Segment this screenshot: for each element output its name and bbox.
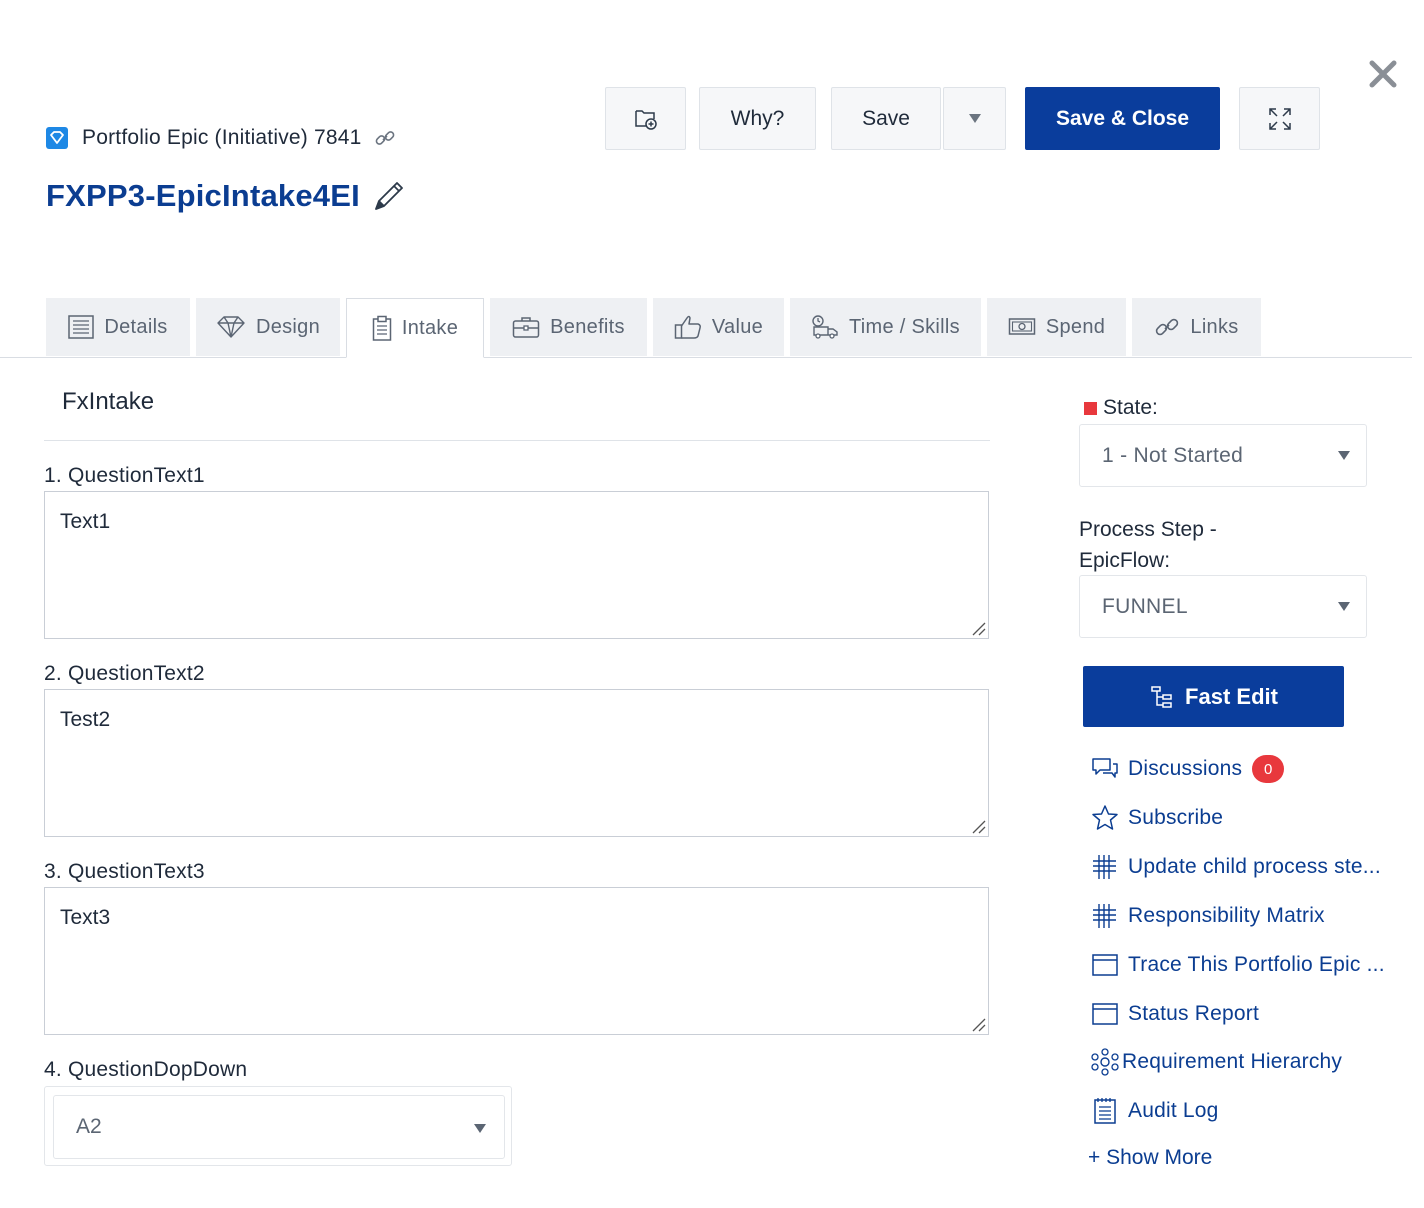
sidebar-link-label: Requirement Hierarchy	[1122, 1050, 1343, 1073]
show-more-link[interactable]: + Show More	[1088, 1146, 1212, 1170]
question-1-label: 1. QuestionText1	[44, 464, 205, 487]
portfolio-epic-icon	[46, 127, 68, 149]
tab-time-skills[interactable]: Time / Skills	[790, 298, 981, 356]
clipboard-icon	[372, 315, 392, 341]
tab-label: Benefits	[550, 315, 625, 338]
why-button[interactable]: Why?	[699, 87, 816, 150]
add-to-folder-button[interactable]	[605, 87, 686, 150]
question-1-textarea[interactable]: Text1	[44, 491, 989, 639]
sidebar-link-label: Discussions	[1128, 757, 1243, 780]
question-3-label: 3. QuestionText3	[44, 860, 205, 883]
chevron-down-icon	[968, 114, 981, 123]
discussions-count-badge: 0	[1252, 755, 1285, 783]
fast-edit-button[interactable]: Fast Edit	[1083, 666, 1344, 727]
sidebar-link-responsibility-matrix[interactable]: Responsibility Matrix	[1090, 899, 1325, 933]
chevron-down-icon	[474, 1124, 486, 1133]
save-button[interactable]: Save	[831, 87, 941, 150]
tab-label: Spend	[1045, 315, 1106, 338]
sidebar-link-discussions[interactable]: Discussions 0	[1090, 752, 1285, 786]
item-type-header: Portfolio Epic (Initiative) 7841	[46, 124, 396, 152]
fast-edit-icon	[1151, 685, 1172, 708]
delivery-truck-icon	[812, 315, 838, 339]
question-3-textarea[interactable]: Text3	[44, 887, 989, 1035]
diamond-icon	[217, 316, 245, 338]
discussions-icon	[1092, 758, 1118, 778]
sidebar-link-label: Responsibility Matrix	[1128, 904, 1325, 927]
pencil-edit-icon[interactable]	[372, 179, 406, 213]
folder-plus-icon	[634, 109, 657, 130]
tab-intake[interactable]: Intake	[346, 298, 484, 358]
expand-icon	[1268, 107, 1291, 130]
chevron-down-icon	[1338, 602, 1350, 611]
tab-label: Details	[104, 315, 168, 338]
thumbs-up-icon	[674, 315, 701, 339]
state-label: State:	[1084, 396, 1158, 420]
question-4-dropdown[interactable]: A2	[53, 1095, 505, 1159]
money-icon	[1008, 318, 1036, 335]
sidebar-link-update-child-process[interactable]: Update child process ste...	[1090, 850, 1381, 884]
resize-grip-icon[interactable]	[970, 620, 986, 636]
sidebar-link-status-report[interactable]: Status Report	[1090, 997, 1259, 1031]
grid-hash-icon	[1093, 904, 1116, 928]
save-and-close-button[interactable]: Save & Close	[1025, 87, 1220, 150]
briefcase-icon	[512, 317, 540, 338]
sidebar-link-audit-log[interactable]: Audit Log	[1090, 1094, 1219, 1128]
dropdown-value: A2	[76, 1115, 102, 1138]
question-4-label: 4. QuestionDopDown	[44, 1058, 248, 1081]
process-step-label: Process Step - EpicFlow:	[1079, 518, 1217, 572]
sidebar-link-requirement-hierarchy[interactable]: Requirement Hierarchy	[1090, 1045, 1342, 1079]
grid-hash-icon	[1093, 855, 1116, 879]
tab-details[interactable]: Details	[46, 298, 190, 356]
section-divider	[44, 440, 990, 441]
sidebar-link-label: Trace This Portfolio Epic ...	[1128, 953, 1385, 976]
section-title: FxIntake	[62, 388, 155, 415]
tab-label: Links	[1190, 315, 1239, 338]
details-icon	[68, 315, 95, 339]
sidebar-link-label: Subscribe	[1128, 806, 1224, 829]
fast-edit-label: Fast Edit	[1185, 683, 1278, 709]
tab-spend[interactable]: Spend	[987, 298, 1126, 356]
tab-design[interactable]: Design	[196, 298, 340, 356]
sidebar-link-label: Audit Log	[1128, 1099, 1219, 1122]
resize-grip-icon[interactable]	[970, 1016, 986, 1032]
chevron-down-icon	[1338, 451, 1350, 460]
state-indicator	[1084, 401, 1097, 415]
tab-label: Intake	[401, 316, 459, 339]
tab-links[interactable]: Links	[1132, 298, 1261, 356]
process-step-select[interactable]: FUNNEL	[1079, 575, 1367, 638]
expand-button[interactable]	[1239, 87, 1320, 150]
state-value: 1 - Not Started	[1102, 443, 1244, 467]
question-2-textarea[interactable]: Test2	[44, 689, 989, 837]
item-type-label: Portfolio Epic (Initiative) 7841	[82, 126, 362, 149]
state-select[interactable]: 1 - Not Started	[1079, 424, 1367, 487]
tab-value[interactable]: Value	[653, 298, 784, 356]
resize-grip-icon[interactable]	[970, 818, 986, 834]
sidebar-link-subscribe[interactable]: Subscribe	[1090, 801, 1223, 835]
process-step-value: FUNNEL	[1102, 594, 1188, 618]
tab-label: Time / Skills	[849, 315, 960, 338]
window-icon	[1092, 1003, 1118, 1025]
question-2-label: 2. QuestionText2	[44, 662, 205, 685]
window-icon	[1092, 954, 1118, 976]
link-icon	[1156, 318, 1179, 336]
permalink-icon[interactable]	[374, 127, 396, 149]
page-title: FXPP3-EpicIntake4EI	[46, 178, 360, 213]
notepad-icon	[1094, 1098, 1116, 1124]
close-icon[interactable]	[1366, 56, 1400, 92]
item-title-row: FXPP3-EpicIntake4EI	[46, 174, 406, 218]
state-label-text: State:	[1103, 396, 1158, 419]
tab-label: Value	[711, 315, 764, 338]
sidebar-link-trace[interactable]: Trace This Portfolio Epic ...	[1090, 948, 1385, 982]
hierarchy-icon	[1091, 1048, 1119, 1076]
save-options-dropdown[interactable]	[943, 87, 1006, 150]
star-icon	[1092, 805, 1118, 830]
sidebar-link-label: Update child process ste...	[1128, 855, 1381, 878]
sidebar-link-label: Status Report	[1128, 1002, 1259, 1025]
tab-benefits[interactable]: Benefits	[490, 298, 647, 356]
tab-bar: Details Design Intake Benefits Value Tim…	[0, 298, 1412, 358]
question-4-container: A2	[44, 1086, 512, 1166]
tab-label: Design	[255, 315, 321, 338]
